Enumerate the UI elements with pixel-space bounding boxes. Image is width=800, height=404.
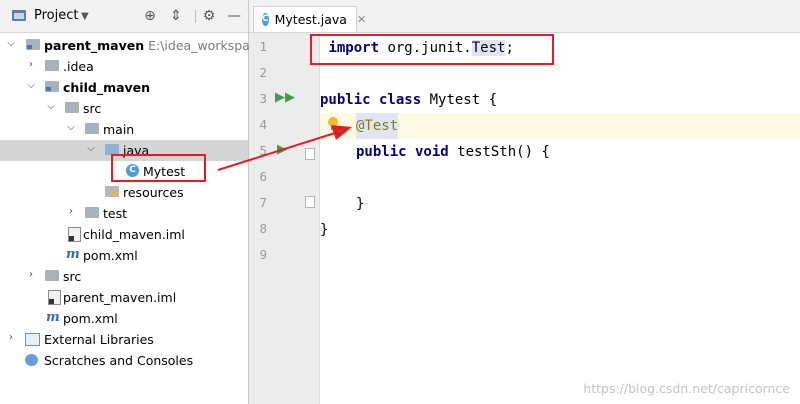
tree-item-src[interactable]: ⌵ src bbox=[0, 98, 248, 119]
tree-item-label: child_maven bbox=[63, 80, 151, 95]
tab-mytest-java[interactable]: C Mytest.java ✕ bbox=[253, 6, 366, 32]
tree-item-label: pom.xml bbox=[83, 248, 138, 263]
maven-file-icon: m bbox=[46, 310, 60, 325]
chevron-right-icon[interactable]: › bbox=[26, 269, 36, 280]
fold-marker-icon[interactable] bbox=[305, 148, 315, 160]
closing-brace: } bbox=[356, 196, 365, 212]
keyword: public class bbox=[320, 92, 422, 108]
module-folder-icon bbox=[45, 81, 59, 92]
tree-item-external-libraries[interactable]: › External Libraries bbox=[0, 329, 248, 350]
code-area[interactable]: import org.junit.Test; public class Myte… bbox=[320, 33, 800, 404]
tree-item-label: .idea bbox=[63, 59, 94, 74]
folder-icon bbox=[85, 123, 99, 134]
tree-item-parent-pom[interactable]: m pom.xml bbox=[0, 308, 248, 329]
chevron-down-icon[interactable]: ▼ bbox=[81, 11, 89, 22]
closing-brace: } bbox=[320, 222, 329, 238]
folder-icon bbox=[45, 60, 59, 71]
tree-item-child-maven-iml[interactable]: child_maven.iml bbox=[0, 224, 248, 245]
project-panel-title[interactable]: Project bbox=[34, 8, 78, 23]
tree-item-label: Scratches and Consoles bbox=[44, 353, 194, 368]
tree-item-label: External Libraries bbox=[44, 332, 154, 347]
run-class-icon[interactable]: ▶▶ bbox=[275, 90, 295, 105]
editor-gutter: 1 2 3 4 5 6 7 8 9 ▶▶ ▶ bbox=[249, 33, 320, 404]
editor-tab-bar: C Mytest.java ✕ bbox=[249, 0, 800, 33]
code-line-8: } bbox=[320, 217, 800, 243]
line-number: 9 bbox=[259, 247, 267, 262]
tab-label: Mytest.java bbox=[274, 12, 347, 27]
tree-item-label: src bbox=[63, 269, 82, 284]
chevron-down-icon[interactable]: ⌵ bbox=[6, 38, 16, 49]
line-number: 5 bbox=[259, 143, 267, 158]
chevron-down-icon[interactable]: ⌵ bbox=[26, 80, 36, 91]
method-declaration: testSth() { bbox=[448, 144, 550, 160]
chevron-right-icon[interactable]: › bbox=[66, 206, 76, 217]
line-number: 1 bbox=[259, 39, 267, 54]
run-method-icon[interactable]: ▶ bbox=[277, 142, 287, 157]
collapse-all-icon[interactable]: ⇕ bbox=[168, 8, 184, 24]
annotation: @Test bbox=[356, 113, 399, 139]
folder-icon bbox=[85, 207, 99, 218]
module-folder-icon bbox=[26, 39, 40, 50]
chevron-right-icon[interactable]: › bbox=[6, 332, 16, 343]
line-number: 4 bbox=[259, 117, 267, 132]
fold-marker-icon[interactable] bbox=[305, 196, 315, 208]
class-declaration: Mytest { bbox=[421, 92, 498, 108]
line-number: 3 bbox=[259, 91, 267, 106]
scratches-icon bbox=[25, 354, 38, 366]
toolbar-divider bbox=[195, 10, 196, 23]
tree-item-label: resources bbox=[123, 185, 184, 200]
folder-icon bbox=[65, 102, 79, 113]
tree-item-label: child_maven.iml bbox=[83, 227, 185, 242]
tree-item-scratches[interactable]: Scratches and Consoles bbox=[0, 350, 248, 371]
line-number: 6 bbox=[259, 169, 267, 184]
tree-item-parent-src[interactable]: › src bbox=[0, 266, 248, 287]
library-icon bbox=[25, 333, 40, 346]
lightbulb-icon[interactable] bbox=[328, 117, 338, 130]
tree-item-test[interactable]: › test bbox=[0, 203, 248, 224]
tree-item-child-maven[interactable]: ⌵ child_maven bbox=[0, 77, 248, 98]
java-class-icon: C bbox=[262, 13, 269, 26]
tree-item-label: parent_maven bbox=[44, 38, 145, 53]
code-line-3: public class Mytest { bbox=[320, 87, 800, 113]
project-icon bbox=[12, 10, 26, 21]
tree-item-label: src bbox=[83, 101, 102, 116]
keyword: public void bbox=[356, 144, 449, 160]
highlight-box-import bbox=[310, 34, 554, 65]
tree-item-parent-maven-iml[interactable]: parent_maven.iml bbox=[0, 287, 248, 308]
tree-item-main[interactable]: ⌵ main bbox=[0, 119, 248, 140]
tree-item-parent-maven[interactable]: ⌵ parent_maven E:\idea_workspace\ bbox=[0, 35, 268, 56]
maven-file-icon: m bbox=[66, 247, 80, 262]
resources-folder-icon bbox=[105, 186, 119, 197]
tree-item-resources[interactable]: resources bbox=[0, 182, 248, 203]
close-icon[interactable]: ✕ bbox=[357, 13, 366, 26]
chevron-down-icon[interactable]: ⌵ bbox=[86, 143, 96, 154]
line-number: 7 bbox=[259, 195, 267, 210]
chevron-down-icon[interactable]: ⌵ bbox=[66, 122, 76, 133]
line-number: 2 bbox=[259, 65, 267, 80]
tree-item-child-pom[interactable]: m pom.xml bbox=[0, 245, 248, 266]
tree-item-idea[interactable]: › .idea bbox=[0, 56, 248, 77]
gear-icon[interactable]: ⚙ bbox=[201, 8, 217, 24]
iml-file-icon bbox=[48, 290, 61, 305]
iml-file-icon bbox=[68, 227, 81, 242]
minimize-icon[interactable]: — bbox=[226, 8, 242, 24]
project-panel-header: Project ▼ ⊕ ⇕ ⚙ — bbox=[0, 0, 248, 33]
watermark: https://blog.csdn.net/capricornce bbox=[583, 381, 790, 396]
tree-item-label: pom.xml bbox=[63, 311, 118, 326]
line-number: 8 bbox=[259, 221, 267, 236]
code-line-7: } bbox=[320, 191, 800, 217]
locate-icon[interactable]: ⊕ bbox=[142, 8, 158, 24]
code-line-5: public void testSth() { bbox=[320, 139, 800, 165]
highlight-box-mytest bbox=[111, 154, 206, 182]
chevron-down-icon[interactable]: ⌵ bbox=[46, 101, 56, 112]
tree-item-label: parent_maven.iml bbox=[63, 290, 177, 305]
chevron-right-icon[interactable]: › bbox=[26, 59, 36, 70]
folder-icon bbox=[45, 270, 59, 281]
project-panel: Project ▼ ⊕ ⇕ ⚙ — ⌵ parent_maven E:\idea… bbox=[0, 0, 269, 404]
tree-item-label: test bbox=[103, 206, 128, 221]
tree-item-label: main bbox=[103, 122, 135, 137]
code-line-4: @Test bbox=[320, 113, 800, 139]
